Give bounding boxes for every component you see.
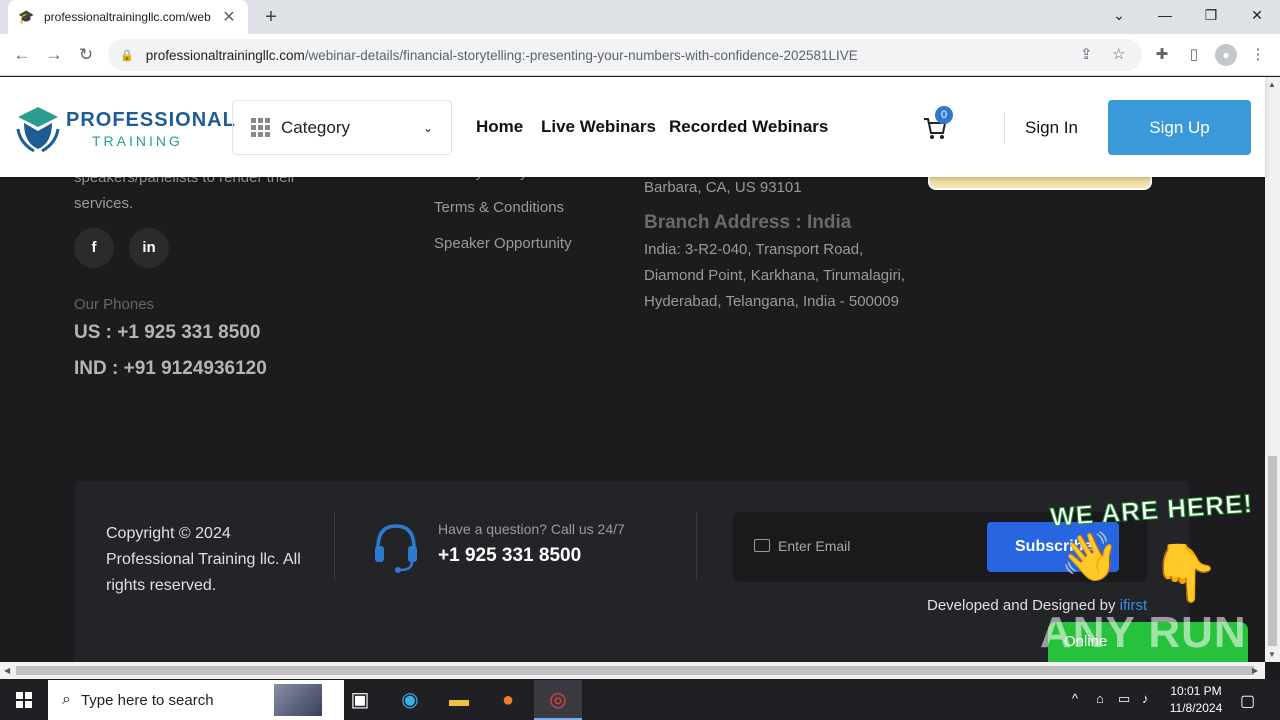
chevron-down-icon: ⌄ [422,120,433,135]
profile-avatar[interactable]: ● [1215,44,1237,66]
start-button[interactable] [0,680,48,720]
logo-text-training: TRAINING [92,133,183,149]
cart-count-badge: 0 [935,106,953,124]
phone-ind[interactable]: IND : +91 9124936120 [74,358,267,380]
about-text-line: services. [74,195,134,212]
horizontal-scroll-thumb[interactable] [16,666,1254,675]
share-icon[interactable]: ⇪ [1080,45,1093,63]
vertical-scroll-thumb[interactable] [1268,456,1277,646]
task-view-icon[interactable]: ▣ [336,680,384,720]
close-tab-icon[interactable]: ✕ [220,7,238,27]
scroll-up-icon[interactable]: ▲ [1268,80,1276,89]
logo-mark-icon [16,107,60,153]
nav-recorded-webinars[interactable]: Recorded Webinars [669,117,828,137]
tray-device-icon[interactable]: ⌂ [1096,691,1104,706]
sign-up-button[interactable]: Sign Up [1108,100,1251,155]
nav-home[interactable]: Home [476,117,523,137]
taskbar-clock[interactable]: 10:01 PM 11/8/2024 [1160,683,1232,717]
mail-icon [754,539,770,552]
windows-taskbar: ⌕ Type here to search ▣ ◉ ▬ ● ◎ ^ ⌂ ▭ ♪ … [0,680,1280,720]
forward-button[interactable]: → [41,42,67,68]
search-highlight-image [274,684,322,716]
category-label: Category [281,117,350,137]
windows-logo-icon [16,692,32,708]
graduation-cap-icon: 🎓 [18,9,35,24]
taskbar-search[interactable]: ⌕ Type here to search [48,680,344,720]
back-button[interactable]: ← [9,42,35,68]
new-tab-button[interactable]: + [258,4,284,30]
question-phone[interactable]: +1 925 331 8500 [438,545,581,567]
search-placeholder: Type here to search [80,691,214,709]
address-bar[interactable]: 🔒 professionaltrainingllc.com /webinar-d… [108,39,1142,71]
file-explorer-icon[interactable]: ▬ [435,680,483,720]
firefox-icon[interactable]: ● [484,680,532,720]
tab-search-icon[interactable]: ⌄ [1096,0,1142,30]
browser-toolbar: ← → ↻ 🔒 professionaltrainingllc.com /web… [0,34,1280,76]
phones-heading: Our Phones [74,296,155,313]
linkedin-icon[interactable]: in [129,228,169,268]
url-host: professionaltrainingllc.com [145,47,305,63]
site-header: PROFESSIONAL TRAINING Category ⌄ Home Li… [0,77,1265,177]
lock-icon[interactable]: 🔒 [120,49,134,62]
browser-tab[interactable]: 🎓 professionaltrainingllc.com/web ✕ [8,0,248,34]
notifications-icon[interactable]: ▢ [1240,691,1255,711]
waving-hand-icon[interactable]: 👋 [1060,528,1120,585]
scroll-left-icon[interactable]: ◀ [4,666,10,675]
sign-in-link[interactable]: Sign In [1025,118,1078,138]
tray-chevron-icon[interactable]: ^ [1072,691,1078,706]
edge-icon[interactable]: ◉ [386,680,434,720]
us-address-tail: Barbara, CA, US 93101 [644,179,802,196]
chrome-icon[interactable]: ◎ [534,680,582,720]
speaker-opportunity-link[interactable]: Speaker Opportunity [434,235,572,252]
clock-time: 10:01 PM [1170,684,1222,698]
bottom-divider [334,512,335,580]
category-dropdown[interactable]: Category ⌄ [232,100,452,155]
bookmark-star-icon[interactable]: ☆ [1112,45,1125,63]
facebook-icon[interactable]: f [74,228,114,268]
url-path: /webinar-details/financial-storytelling:… [304,47,858,63]
email-input[interactable] [778,533,978,559]
volume-icon[interactable]: ♪ [1142,691,1149,706]
network-icon[interactable]: ▭ [1118,691,1130,707]
grid-icon [251,117,271,138]
terms-link[interactable]: Terms & Conditions [434,199,564,216]
header-divider [1004,112,1005,144]
nav-live-webinars[interactable]: Live Webinars [541,117,656,137]
branch-heading: Branch Address : India [644,212,852,233]
scroll-right-icon[interactable]: ▶ [1252,666,1258,675]
headset-icon [375,524,417,573]
phone-us[interactable]: US : +1 925 331 8500 [74,322,260,344]
clock-date: 11/8/2024 [1169,701,1223,715]
scroll-down-icon[interactable]: ▼ [1268,650,1276,659]
branch-address: India: 3-R2-040, Transport Road, Diamond… [644,241,905,310]
browser-tab-strip: 🎓 professionaltrainingllc.com/web ✕ + ⌄ … [0,0,1280,34]
copyright-text: Copyright © 2024 Professional Training l… [106,525,301,594]
reload-button[interactable]: ↻ [73,42,99,68]
search-icon: ⌕ [62,691,71,708]
logo-text-professional: PROFESSIONAL [66,109,236,131]
site-logo[interactable]: PROFESSIONAL TRAINING [16,101,235,157]
side-panel-icon[interactable]: ▯ [1183,44,1205,66]
restore-button[interactable]: ❐ [1188,0,1234,30]
bottom-divider [696,512,697,580]
menu-icon[interactable]: ⋮ [1247,44,1269,66]
tab-title: professionaltrainingllc.com/web [44,10,211,24]
anyrun-watermark: ANY RUN [1040,608,1247,657]
minimize-button[interactable]: — [1142,0,1188,30]
question-label: Have a question? Call us 24/7 [438,521,625,537]
pointing-hand-icon[interactable]: 👇 [1150,540,1220,606]
extensions-icon[interactable]: ✚ [1151,44,1173,66]
close-window-button[interactable]: ✕ [1234,0,1280,30]
